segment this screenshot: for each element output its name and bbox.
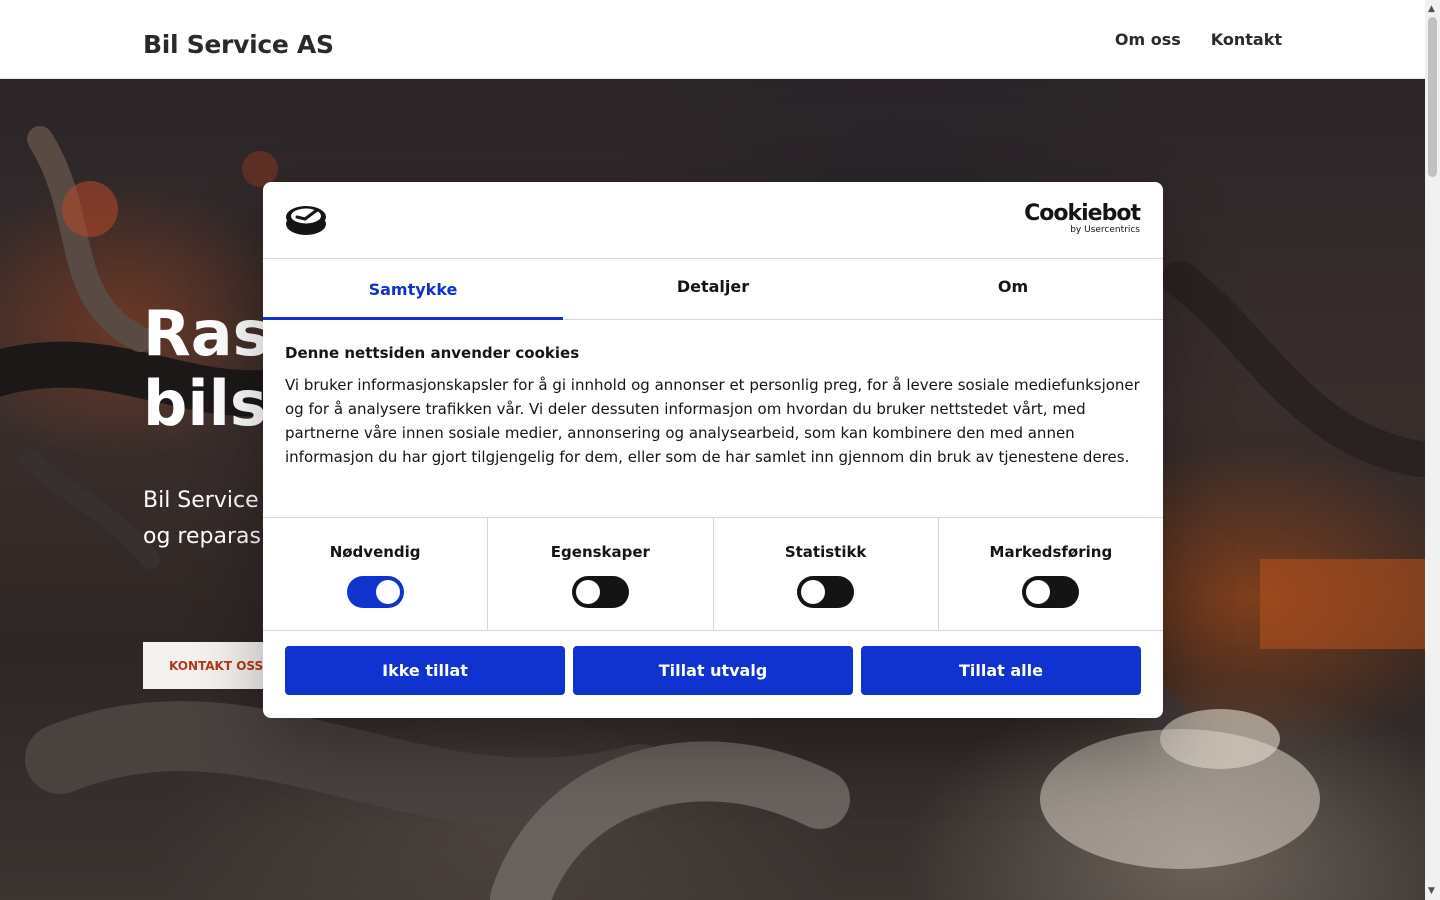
- scroll-up-arrow-icon[interactable]: ▲: [1428, 4, 1435, 14]
- main-nav: Om oss Kontakt: [1115, 30, 1282, 49]
- toggle-knob: [1026, 580, 1051, 604]
- cookiebot-brand-name: Cookiebot: [1024, 201, 1141, 226]
- tab-samtykke[interactable]: Samtykke: [263, 259, 563, 320]
- toggle-switch-nodvendig[interactable]: [346, 576, 404, 608]
- toggle-label-statistikk: Statistikk: [784, 543, 867, 561]
- toggle-group-statistikk: Statistikk: [714, 518, 939, 630]
- scrollbar-thumb[interactable]: [1428, 17, 1437, 177]
- dialog-header: Cookiebot by Usercentrics: [263, 182, 1163, 259]
- consent-toggles: Nødvendig Egenskaper Statistikk Markedsf…: [263, 517, 1163, 631]
- cookiebot-brand-logo[interactable]: Cookiebot by Usercentrics: [1024, 201, 1141, 236]
- toggle-label-markedsforing: Markedsføring: [989, 543, 1113, 561]
- toggle-label-nodvendig: Nødvendig: [329, 543, 421, 561]
- cookie-logo-icon: [286, 206, 326, 235]
- toggle-knob: [375, 580, 400, 604]
- tab-detaljer[interactable]: Detaljer: [563, 259, 863, 319]
- toggle-switch-markedsforing[interactable]: [1022, 576, 1080, 608]
- toggle-knob: [801, 580, 826, 604]
- toggle-switch-statistikk[interactable]: [797, 576, 855, 608]
- toggle-group-egenskaper: Egenskaper: [488, 518, 714, 630]
- dialog-heading: Denne nettsiden anvender cookies: [285, 344, 580, 362]
- cookie-consent-dialog: Cookiebot by Usercentrics Samtykke Detal…: [263, 182, 1163, 718]
- allow-all-button[interactable]: Tillat alle: [861, 646, 1141, 695]
- toggle-label-egenskaper: Egenskaper: [550, 543, 650, 561]
- hero-text-line-1: Bil Service A: [143, 488, 281, 513]
- dialog-buttons: Ikke tillat Tillat utvalg Tillat alle: [263, 631, 1163, 695]
- nav-link-kontakt[interactable]: Kontakt: [1211, 30, 1282, 49]
- toggle-knob: [575, 580, 600, 604]
- hero-text-line-2: og reparas: [143, 524, 261, 549]
- cookiebot-brand-sub: by Usercentrics: [1070, 225, 1140, 235]
- deny-button[interactable]: Ikke tillat: [285, 646, 565, 695]
- site-brand[interactable]: Bil Service AS: [143, 30, 334, 59]
- page-scrollbar[interactable]: ▲ ▼: [1425, 0, 1440, 900]
- contact-us-button[interactable]: KONTAKT OSS: [143, 642, 283, 689]
- toggle-group-markedsforing: Markedsføring: [939, 518, 1163, 630]
- dialog-tabs: Samtykke Detaljer Om: [263, 259, 1163, 320]
- scroll-down-arrow-icon[interactable]: ▼: [1428, 886, 1435, 896]
- toggle-group-nodvendig: Nødvendig: [263, 518, 489, 630]
- nav-link-om-oss[interactable]: Om oss: [1115, 30, 1181, 49]
- dialog-body: Denne nettsiden anvender cookies Vi bruk…: [263, 320, 1163, 517]
- toggle-switch-egenskaper[interactable]: [571, 576, 629, 608]
- site-header: Bil Service AS Om oss Kontakt: [0, 0, 1425, 79]
- allow-selection-button[interactable]: Tillat utvalg: [573, 646, 853, 695]
- tab-om[interactable]: Om: [863, 259, 1163, 319]
- dialog-description: Vi bruker informasjonskapsler for å gi i…: [285, 376, 1140, 466]
